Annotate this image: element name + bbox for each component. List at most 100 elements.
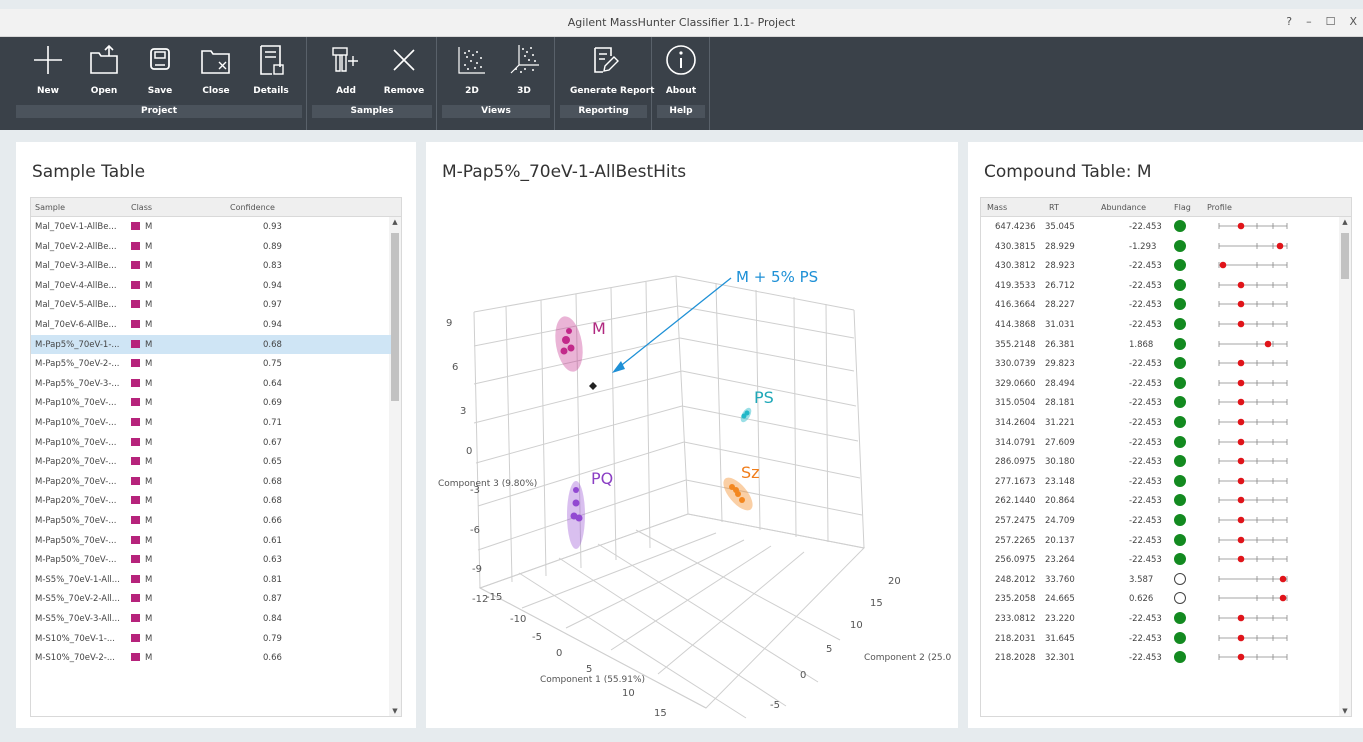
table-row[interactable]: M-Pap50%_70eV-... M 0.66	[31, 511, 391, 530]
table-row[interactable]: 315.0504 28.181 -22.453	[981, 393, 1341, 412]
compound-rt: 31.031	[1045, 320, 1075, 330]
table-row[interactable]: 314.2604 31.221 -22.453	[981, 413, 1341, 432]
table-row[interactable]: 419.3533 26.712 -22.453	[981, 276, 1341, 295]
table-row[interactable]: M-Pap5%_70eV-2-... M 0.75	[31, 354, 391, 373]
table-row[interactable]: 430.3812 28.923 -22.453	[981, 256, 1341, 275]
compound-abundance: -22.453	[1129, 535, 1162, 546]
table-row[interactable]: 286.0975 30.180 -22.453	[981, 452, 1341, 471]
table-row[interactable]: M-Pap5%_70eV-3-... M 0.64	[31, 374, 391, 393]
generate-report-button[interactable]: Generate Report	[570, 41, 654, 97]
table-row[interactable]: 218.2028 32.301 -22.453	[981, 648, 1341, 667]
close-window-button[interactable]: X	[1349, 15, 1357, 28]
compound-mass: 416.3664	[995, 300, 1036, 311]
table-row[interactable]: 218.2031 31.645 -22.453	[981, 629, 1341, 648]
table-row[interactable]: M-Pap10%_70eV-... M 0.71	[31, 413, 391, 432]
table-row[interactable]: M-S10%_70eV-1-... M 0.79	[31, 629, 391, 648]
compound-rt: 32.301	[1045, 653, 1075, 664]
open-button[interactable]: Open	[80, 41, 128, 97]
column-header-rt[interactable]: RT	[1049, 203, 1059, 212]
table-row[interactable]: M-S5%_70eV-1-All... M 0.81	[31, 570, 391, 589]
table-row[interactable]: 235.2058 24.665 0.626	[981, 589, 1341, 608]
save-button[interactable]: Save	[136, 41, 184, 97]
svg-text:-9: -9	[472, 564, 482, 575]
table-row[interactable]: M-S10%_70eV-2-... M 0.66	[31, 648, 391, 667]
table-row[interactable]: 330.0739 29.823 -22.453	[981, 354, 1341, 373]
compound-abundance: -22.453	[1129, 653, 1162, 664]
table-row[interactable]: Mal_70eV-4-AllBe... M 0.94	[31, 276, 391, 295]
sample-class: M	[131, 378, 152, 389]
table-row[interactable]: M-Pap20%_70eV-... M 0.65	[31, 452, 391, 471]
table-row[interactable]: Mal_70eV-5-AllBe... M 0.97	[31, 295, 391, 314]
scrollbar-thumb[interactable]	[1341, 233, 1349, 279]
table-row[interactable]: M-Pap10%_70eV-... M 0.67	[31, 433, 391, 452]
table-row[interactable]: 414.3868 31.031 -22.453	[981, 315, 1341, 334]
add-sample-button[interactable]: Add	[322, 41, 370, 97]
compound-mass: 314.2604	[995, 418, 1036, 428]
maximize-button[interactable]: ☐	[1326, 15, 1336, 28]
compound-table-header: Mass RT Abundance Flag Profile	[981, 198, 1351, 217]
table-row[interactable]: Mal_70eV-2-AllBe... M 0.89	[31, 237, 391, 256]
annotation-arrow	[617, 277, 732, 369]
table-row[interactable]: M-S5%_70eV-2-All... M 0.87	[31, 589, 391, 608]
column-header-class[interactable]: Class	[131, 203, 152, 212]
view-3d-button[interactable]: 3D	[500, 41, 548, 97]
help-button[interactable]: ?	[1286, 15, 1292, 28]
class-color-swatch	[131, 516, 140, 524]
table-row[interactable]: 257.2265 20.137 -22.453	[981, 531, 1341, 550]
close-button[interactable]: Close	[192, 41, 240, 97]
column-header-abundance[interactable]: Abundance	[1101, 203, 1146, 212]
compound-rt: 28.181	[1045, 398, 1075, 409]
table-row[interactable]: M-Pap50%_70eV-... M 0.61	[31, 531, 391, 550]
compound-mass: 330.0739	[995, 359, 1036, 370]
details-button[interactable]: Details	[247, 41, 295, 97]
table-row[interactable]: 233.0812 23.220 -22.453	[981, 609, 1341, 628]
table-row[interactable]: M-Pap20%_70eV-... M 0.68	[31, 472, 391, 491]
scrollbar-thumb[interactable]	[391, 233, 399, 401]
compound-table[interactable]: Mass RT Abundance Flag Profile ▲ ▼ 647.4…	[980, 197, 1352, 717]
table-row[interactable]: 355.2148 26.381 1.868	[981, 335, 1341, 354]
table-row[interactable]: 329.0660 28.494 -22.453	[981, 374, 1341, 393]
table-row[interactable]: Mal_70eV-3-AllBe... M 0.83	[31, 256, 391, 275]
column-header-flag[interactable]: Flag	[1174, 203, 1191, 212]
column-header-profile[interactable]: Profile	[1207, 203, 1232, 212]
compound-rt: 23.220	[1045, 614, 1075, 624]
profile-sparkline	[1218, 359, 1288, 367]
profile-sparkline	[1218, 242, 1288, 249]
pca-3d-scatter-plot[interactable]: M + 5% PS M PS PQ Sz 9 6 3 0 -3 -6 -9 -1…	[426, 188, 958, 728]
table-row[interactable]: 277.1673 23.148 -22.453	[981, 472, 1341, 491]
minimize-button[interactable]: –	[1306, 15, 1312, 28]
table-row[interactable]: 430.3815 28.929 -1.293	[981, 237, 1341, 256]
table-row[interactable]: 314.0791 27.609 -22.453	[981, 433, 1341, 452]
views-group-label: Views	[442, 105, 550, 118]
table-row[interactable]: 256.0975 23.264 -22.453	[981, 550, 1341, 569]
column-header-mass[interactable]: Mass	[987, 203, 1007, 212]
remove-sample-button[interactable]: Remove	[380, 41, 428, 97]
table-row[interactable]: M-Pap20%_70eV-... M 0.68	[31, 491, 391, 510]
table-row[interactable]: M-Pap50%_70eV-... M 0.63	[31, 550, 391, 569]
table-row[interactable]: 416.3664 28.227 -22.453	[981, 295, 1341, 314]
column-header-sample[interactable]: Sample	[35, 203, 65, 212]
details-document-icon	[260, 45, 284, 75]
about-button[interactable]: About	[657, 41, 705, 97]
new-button[interactable]: New	[24, 41, 72, 97]
scroll-down-arrow-icon[interactable]: ▼	[1339, 706, 1351, 716]
table-row[interactable]: 257.2475 24.709 -22.453	[981, 511, 1341, 530]
profile-sparkline	[1218, 477, 1288, 485]
table-row[interactable]: M-Pap5%_70eV-1-... M 0.68	[31, 334, 391, 354]
profile-sparkline	[1218, 340, 1288, 347]
scroll-down-arrow-icon[interactable]: ▼	[389, 706, 401, 716]
sample-table[interactable]: Sample Class Confidence ▲ ▼ Mal_70eV-1-A…	[30, 197, 402, 717]
flag-indicator	[1174, 553, 1186, 566]
table-row[interactable]: M-Pap10%_70eV-... M 0.69	[31, 393, 391, 412]
profile-dot	[1237, 281, 1245, 289]
table-row[interactable]: Mal_70eV-1-AllBe... M 0.93	[31, 217, 391, 236]
table-row[interactable]: 248.2012 33.760 3.587	[981, 570, 1341, 589]
table-row[interactable]: 262.1440 20.864 -22.453	[981, 491, 1341, 510]
view-2d-button[interactable]: 2D	[448, 41, 496, 97]
query-sample-point[interactable]	[589, 382, 597, 390]
table-row[interactable]: Mal_70eV-6-AllBe... M 0.94	[31, 315, 391, 334]
ribbon-group-reporting: Generate Report Reporting	[556, 37, 654, 130]
column-header-confidence[interactable]: Confidence	[230, 203, 275, 212]
table-row[interactable]: M-S5%_70eV-3-All... M 0.84	[31, 609, 391, 628]
table-row[interactable]: 647.4236 35.045 -22.453	[981, 217, 1341, 236]
